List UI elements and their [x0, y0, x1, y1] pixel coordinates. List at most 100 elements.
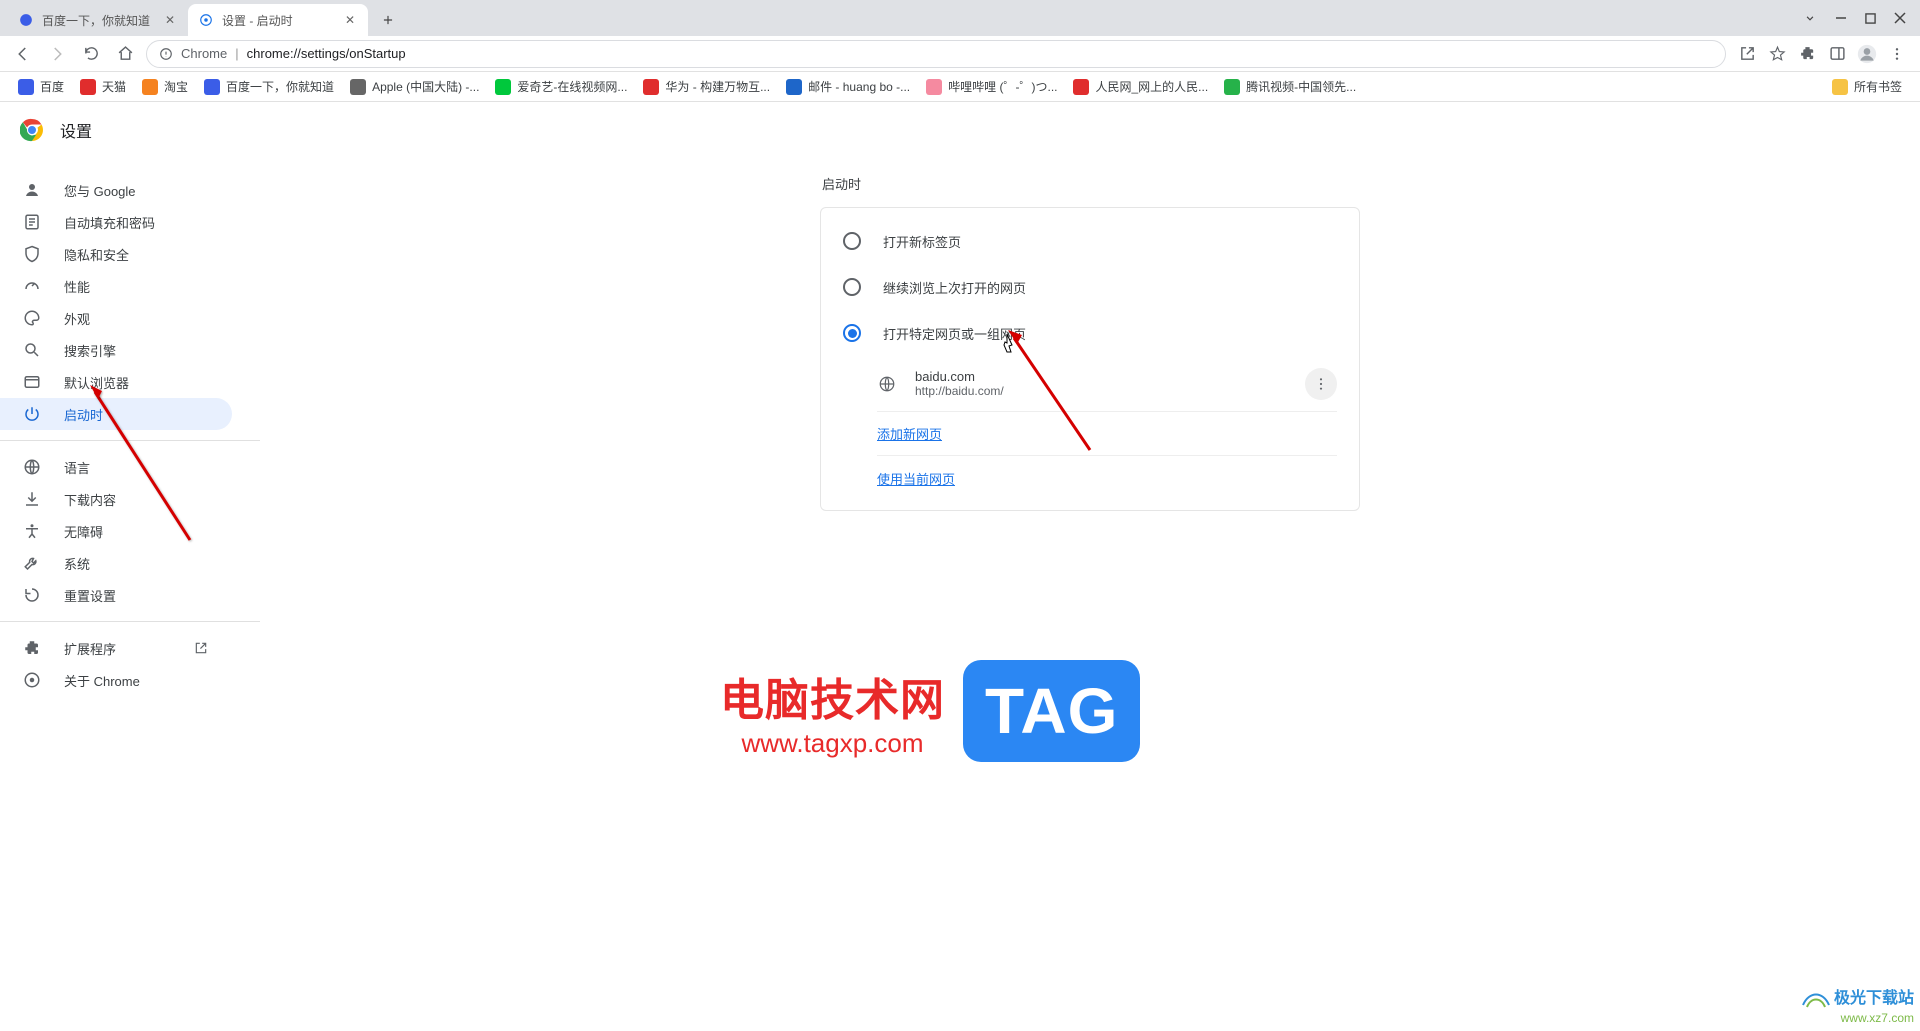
- sidebar-item-chrome[interactable]: 关于 Chrome: [0, 664, 232, 696]
- sidebar-item-browser[interactable]: 默认浏览器: [0, 366, 232, 398]
- bookmark-item[interactable]: 华为 - 构建万物互...: [637, 74, 776, 99]
- settings-header: 设置: [0, 102, 1920, 158]
- browser-icon: [22, 373, 42, 391]
- sidebar-item-accessibility[interactable]: 无障碍: [0, 515, 232, 547]
- bookmark-item[interactable]: 邮件 - huang bo -...: [780, 74, 916, 99]
- profile-icon[interactable]: [1854, 41, 1880, 67]
- settings-title: 设置: [60, 118, 92, 142]
- tab-title: 设置 - 启动时: [222, 12, 342, 29]
- tab-baidu[interactable]: 百度一下，你就知道 ✕: [8, 4, 188, 36]
- sidebar-item-download[interactable]: 下载内容: [0, 483, 232, 515]
- add-new-page-link[interactable]: 添加新网页: [877, 424, 942, 443]
- globe-icon: [877, 374, 897, 394]
- tab-close-icon[interactable]: ✕: [342, 12, 358, 28]
- option-continue[interactable]: 继续浏览上次打开的网页: [843, 264, 1337, 310]
- bookmark-star-icon[interactable]: [1764, 41, 1790, 67]
- bookmark-favicon: [142, 79, 158, 95]
- forward-button[interactable]: [44, 41, 70, 67]
- sidebar-item-globe[interactable]: 语言: [0, 451, 232, 483]
- sidebar-item-palette[interactable]: 外观: [0, 302, 232, 334]
- tab-close-icon[interactable]: ✕: [162, 12, 178, 28]
- radio-icon: [843, 324, 861, 342]
- titlebar: 百度一下，你就知道 ✕ 设置 - 启动时 ✕: [0, 0, 1920, 36]
- bookmark-favicon: [786, 79, 802, 95]
- option-new-tab[interactable]: 打开新标签页: [843, 218, 1337, 264]
- menu-icon[interactable]: [1884, 41, 1910, 67]
- more-actions-button[interactable]: [1305, 368, 1337, 400]
- sidebar-item-shield[interactable]: 隐私和安全: [0, 238, 232, 270]
- autofill-icon: [22, 213, 42, 231]
- sidebar-item-power[interactable]: 启动时: [0, 398, 232, 430]
- folder-icon: [1832, 79, 1848, 95]
- watermark-tagxp: 电脑技术网 www.tagxp.com TAG: [720, 660, 1140, 762]
- back-button[interactable]: [10, 41, 36, 67]
- all-bookmarks[interactable]: 所有书签: [1826, 74, 1908, 99]
- accessibility-icon: [22, 522, 42, 540]
- sidebar-item-label: 您与 Google: [64, 181, 136, 200]
- sidebar-divider: [0, 621, 260, 622]
- address-bar[interactable]: Chrome | chrome://settings/onStartup: [146, 40, 1726, 68]
- sidebar-divider: [0, 440, 260, 441]
- radio-label: 继续浏览上次打开的网页: [883, 278, 1026, 297]
- watermark-cn: 电脑技术网: [720, 664, 945, 728]
- sidebar-item-person[interactable]: 您与 Google: [0, 174, 232, 206]
- bookmark-label: 腾讯视频-中国领先...: [1246, 78, 1356, 95]
- sidebar-item-reset[interactable]: 重置设置: [0, 579, 232, 611]
- settings-page: 您与 Google 自动填充和密码隐私和安全性能外观搜索引擎默认浏览器启动时 语言…: [0, 102, 1920, 1031]
- tab-settings[interactable]: 设置 - 启动时 ✕: [188, 4, 368, 36]
- watermark-tag: TAG: [963, 660, 1140, 762]
- sidebar-item-label: 隐私和安全: [64, 245, 129, 264]
- extensions-icon[interactable]: [1794, 41, 1820, 67]
- sidebar-item-label: 扩展程序: [64, 639, 116, 658]
- bookmark-favicon: [18, 79, 34, 95]
- bookmark-item[interactable]: 人民网_网上的人民...: [1067, 74, 1214, 99]
- sidepanel-icon[interactable]: [1824, 41, 1850, 67]
- favicon-settings: [198, 12, 214, 28]
- minimize-icon[interactable]: [1835, 12, 1847, 24]
- option-specific-pages[interactable]: 打开特定网页或一组网页: [843, 310, 1337, 356]
- toolbar-right: [1734, 41, 1910, 67]
- reload-button[interactable]: [78, 41, 104, 67]
- bookmark-favicon: [926, 79, 942, 95]
- bookmark-item[interactable]: Apple (中国大陆) -...: [344, 74, 485, 99]
- sidebar-item-label: 搜索引擎: [64, 341, 116, 360]
- share-icon[interactable]: [1734, 41, 1760, 67]
- download-icon: [22, 490, 42, 508]
- person-icon: [22, 181, 42, 199]
- site-info-icon[interactable]: [159, 47, 173, 61]
- bookmark-item[interactable]: 百度一下，你就知道: [198, 74, 340, 99]
- maximize-icon[interactable]: [1865, 13, 1876, 24]
- use-current-pages-row[interactable]: 使用当前网页: [877, 456, 1337, 500]
- sidebar-item-wrench[interactable]: 系统: [0, 547, 232, 579]
- watermark-jiguang-url: www.xz7.com: [1841, 1011, 1914, 1025]
- sidebar-item-autofill[interactable]: 自动填充和密码: [0, 206, 232, 238]
- cursor-icon: [1000, 332, 1018, 354]
- bookmark-item[interactable]: 淘宝: [136, 74, 194, 99]
- sidebar-item-search[interactable]: 搜索引擎: [0, 334, 232, 366]
- favicon-baidu: [18, 12, 34, 28]
- external-link-icon: [194, 641, 208, 655]
- wrench-icon: [22, 554, 42, 572]
- tab-search-icon[interactable]: [1803, 11, 1817, 25]
- site-name: baidu.com: [915, 369, 1287, 384]
- bookmark-item[interactable]: 天猫: [74, 74, 132, 99]
- sidebar-item-extension[interactable]: 扩展程序: [0, 632, 232, 664]
- bookmark-item[interactable]: 腾讯视频-中国领先...: [1218, 74, 1362, 99]
- bookmark-item[interactable]: 百度: [12, 74, 70, 99]
- bookmark-label: 哔哩哔哩 (゜-゜)つ...: [948, 78, 1057, 95]
- close-icon[interactable]: [1894, 12, 1906, 24]
- tab-title: 百度一下，你就知道: [42, 12, 162, 29]
- sidebar-item-label: 重置设置: [64, 586, 116, 605]
- use-current-pages-link[interactable]: 使用当前网页: [877, 469, 955, 488]
- sidebar-item-label: 性能: [64, 277, 90, 296]
- bookmark-item[interactable]: 哔哩哔哩 (゜-゜)つ...: [920, 74, 1063, 99]
- new-tab-button[interactable]: [374, 6, 402, 34]
- add-new-page-row[interactable]: 添加新网页: [877, 412, 1337, 456]
- all-bookmarks-label: 所有书签: [1854, 78, 1902, 95]
- home-button[interactable]: [112, 41, 138, 67]
- sidebar-item-speed[interactable]: 性能: [0, 270, 232, 302]
- speed-icon: [22, 277, 42, 295]
- bookmark-item[interactable]: 爱奇艺-在线视频网...: [489, 74, 633, 99]
- palette-icon: [22, 309, 42, 327]
- bookmark-favicon: [204, 79, 220, 95]
